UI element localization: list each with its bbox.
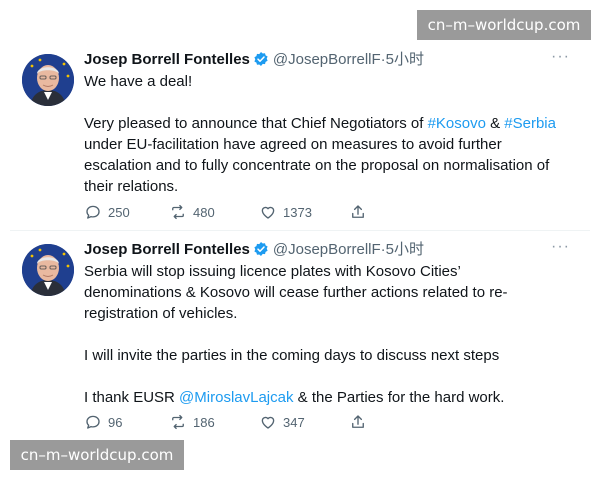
mention-link[interactable]: @MiroslavLajcak [179,389,293,406]
like-count: 347 [283,414,305,430]
more-options-icon[interactable]: ··· [551,238,570,256]
tweet-text: Serbia will stop issuing licence plates … [84,261,579,408]
share-button[interactable] [349,413,367,431]
heart-icon [259,203,277,221]
retweet-icon [169,413,187,431]
tweet-actions: 96 186 347 [84,412,367,432]
reply-button[interactable]: 250 [84,203,169,221]
tweet-line: Very pleased to announce that Chief Nego… [84,113,579,134]
tweet-line: denominations & Kosovo will cease furthe… [84,284,508,301]
tweet-actions: 250 480 1373 [84,202,367,222]
tweet-line: their relations. [84,178,179,195]
tweet-line-text: & the Parties for the hard work. [293,389,505,406]
timestamp[interactable]: 5小时 [386,51,424,68]
like-count: 1373 [283,204,312,220]
share-icon [349,413,367,431]
watermark-top: cn–m–worldcup.com [417,10,591,40]
author-name[interactable]: Josep Borrell Fontelles [84,51,250,68]
share-button[interactable] [349,203,367,221]
tweet-line-text: I thank EUSR [84,389,180,406]
avatar[interactable] [22,54,74,106]
tweet-line: Serbia will stop issuing licence plates … [84,263,461,280]
more-options-icon[interactable]: ··· [551,48,570,66]
ampersand: & [485,115,505,132]
retweet-count: 480 [193,204,215,220]
tweet-line: registration of vehicles. [84,305,238,322]
reply-count: 250 [108,204,130,220]
author-handle[interactable]: @JosepBorrellF [273,241,381,258]
author-handle[interactable]: @JosepBorrellF [273,51,381,68]
hashtag-serbia-link[interactable]: #Serbia [504,115,556,132]
avatar[interactable] [22,244,74,296]
verified-badge-icon [253,241,269,263]
tweet-header: Josep Borrell Fontelles @JosepBorrellF·5小… [84,50,424,70]
timestamp[interactable]: 5小时 [386,241,424,258]
hashtag-kosovo-link[interactable]: #Kosovo [428,115,486,132]
author-name[interactable]: Josep Borrell Fontelles [84,241,250,258]
tweet-line-text: Very pleased to announce that Chief Nego… [84,115,428,132]
reply-icon [84,203,102,221]
tweet-line: I thank EUSR @MiroslavLajcak & the Parti… [84,387,579,408]
watermark-bottom: cn–m–worldcup.com [10,440,184,470]
reply-button[interactable]: 96 [84,413,169,431]
reply-icon [84,413,102,431]
retweet-button[interactable]: 186 [169,413,259,431]
like-button[interactable]: 347 [259,413,349,431]
tweet-header: Josep Borrell Fontelles @JosepBorrellF·5小… [84,240,424,260]
tweet-line: escalation and to fully concentrate on t… [84,157,550,174]
heart-icon [259,413,277,431]
retweet-button[interactable]: 480 [169,203,259,221]
retweet-icon [169,203,187,221]
retweet-count: 186 [193,414,215,430]
tweet[interactable]: Josep Borrell Fontelles @JosepBorrellF·5小… [0,40,600,230]
tweet-line: under EU-facilitation have agreed on mea… [84,136,502,153]
tweet-line: We have a deal! [84,73,193,90]
reply-count: 96 [108,414,123,430]
tweet-line: I will invite the parties in the coming … [84,347,500,364]
tweet-text: We have a deal! Very pleased to announce… [84,71,579,197]
share-icon [349,203,367,221]
verified-badge-icon [253,51,269,73]
tweet[interactable]: Josep Borrell Fontelles @JosepBorrellF·5小… [0,230,600,440]
like-button[interactable]: 1373 [259,203,349,221]
